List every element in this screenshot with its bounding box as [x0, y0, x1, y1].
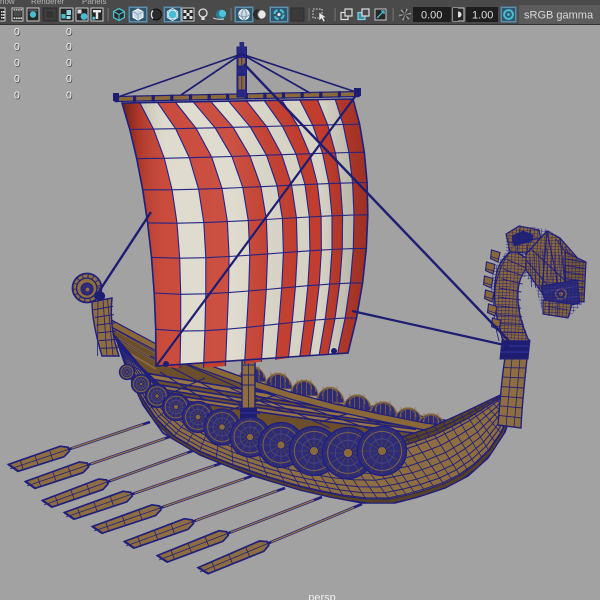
svg-text:now: now — [0, 0, 15, 6]
svg-text:0: 0 — [14, 90, 20, 102]
svg-text:sRGB gamma: sRGB gamma — [524, 10, 594, 22]
svg-text:Renderer: Renderer — [31, 0, 65, 6]
svg-text:0: 0 — [14, 26, 20, 38]
svg-text:Panels: Panels — [82, 0, 106, 6]
svg-text:0: 0 — [14, 73, 20, 85]
svg-text:1.00: 1.00 — [472, 10, 493, 22]
svg-text:0: 0 — [66, 26, 72, 38]
svg-text:0: 0 — [14, 57, 20, 69]
svg-text:0: 0 — [66, 73, 72, 85]
svg-text:0: 0 — [66, 41, 72, 53]
svg-text:0: 0 — [66, 90, 72, 102]
svg-text:persp: persp — [308, 592, 336, 600]
svg-text:0.00: 0.00 — [421, 10, 442, 22]
svg-text:0: 0 — [66, 57, 72, 69]
svg-text:0: 0 — [14, 41, 20, 53]
